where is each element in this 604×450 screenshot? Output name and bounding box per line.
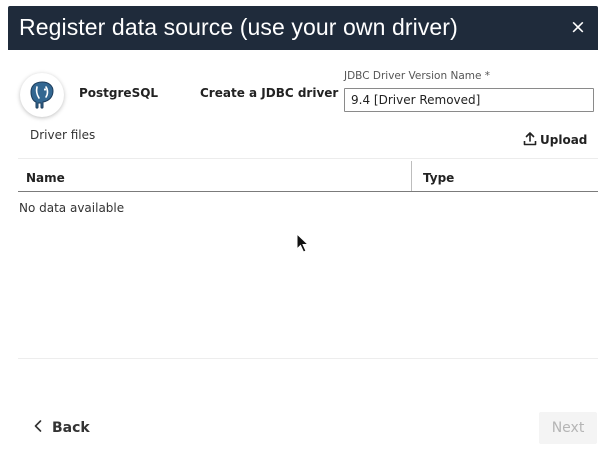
version-name-input[interactable] xyxy=(344,88,594,112)
upload-icon xyxy=(523,131,537,149)
register-data-source-dialog: Register data source (use your own drive… xyxy=(8,6,598,450)
empty-table-message: No data available xyxy=(19,201,125,215)
dialog-title: Register data source (use your own drive… xyxy=(19,14,458,40)
next-button[interactable]: Next xyxy=(539,412,597,444)
driver-heading: Create a JDBC driver xyxy=(200,86,339,100)
table-bottom-divider xyxy=(18,358,598,359)
close-button[interactable]: × xyxy=(566,15,590,39)
version-name-label: JDBC Driver Version Name * xyxy=(344,70,491,82)
table-top-divider xyxy=(18,158,598,159)
dialog-title-bar: Register data source (use your own drive… xyxy=(8,6,598,50)
upload-label: Upload xyxy=(540,133,588,147)
column-header-name[interactable]: Name xyxy=(26,171,65,185)
column-resize-handle[interactable] xyxy=(411,161,412,191)
source-name: PostgreSQL xyxy=(79,86,159,100)
table-header-divider xyxy=(18,191,598,192)
chevron-left-icon xyxy=(34,420,42,436)
column-header-type[interactable]: Type xyxy=(423,171,454,185)
upload-button[interactable]: Upload xyxy=(523,130,587,150)
mouse-pointer-icon xyxy=(296,232,310,257)
back-button[interactable]: Back xyxy=(34,416,90,440)
back-label: Back xyxy=(52,420,90,436)
close-icon: × xyxy=(570,16,586,38)
driver-files-label: Driver files xyxy=(30,128,96,142)
postgresql-logo-icon xyxy=(20,73,64,117)
